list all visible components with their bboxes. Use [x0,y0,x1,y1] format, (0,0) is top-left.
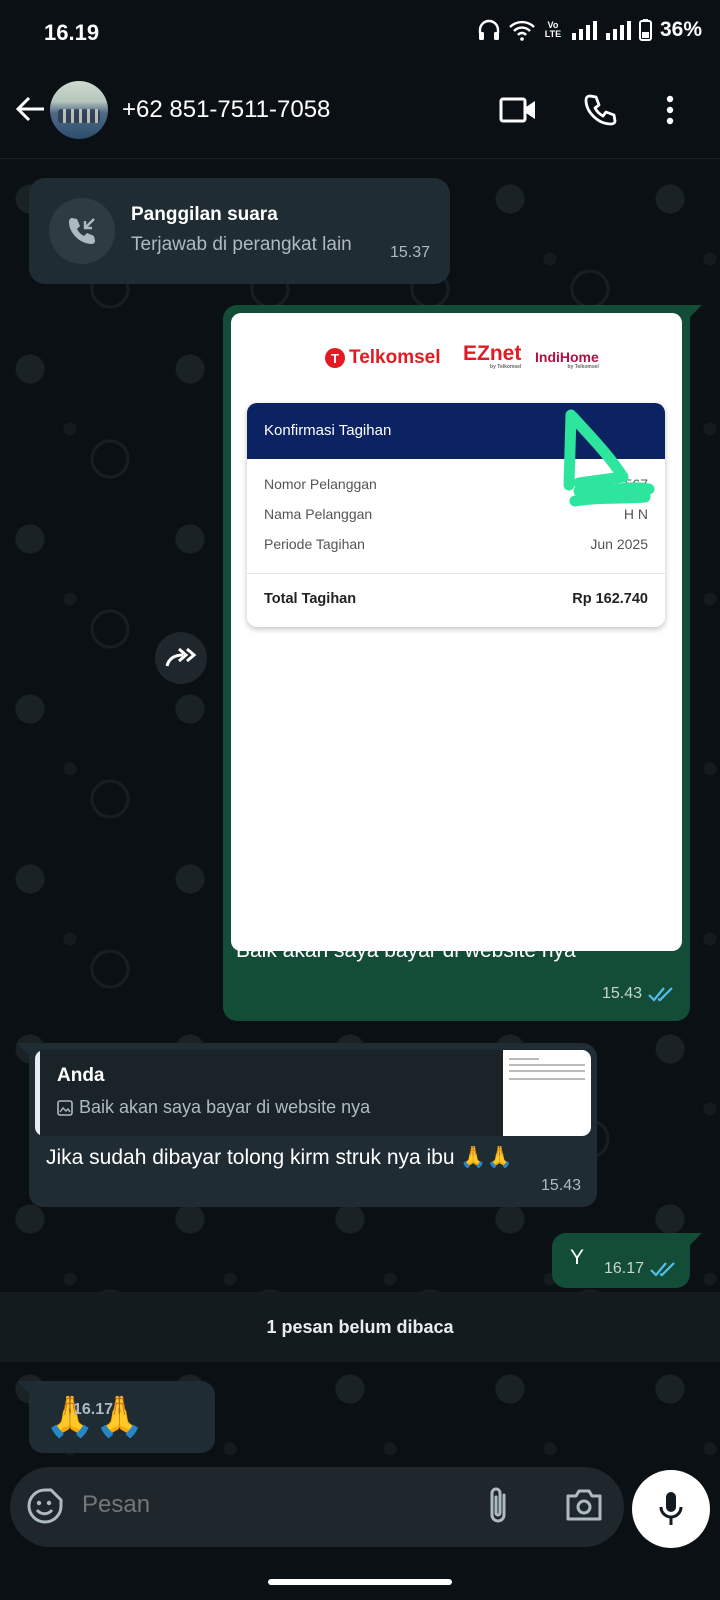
camera-button[interactable] [564,1487,604,1528]
headphones-icon [478,19,500,40]
phone-icon [584,94,617,126]
unread-label: 1 pesan belum dibaca [266,1317,454,1337]
camera-icon [566,1489,602,1521]
bill-total: Total Tagihan Rp 162.740 [264,591,648,607]
call-message[interactable]: Panggilan suara Terjawab di perangkat la… [29,178,450,284]
double-check-icon [648,987,673,1002]
double-check-icon [650,1262,675,1277]
sticker-smile-icon [27,1488,63,1524]
message-meta: 16.17 [604,1260,676,1278]
video-camera-icon [499,97,535,123]
quoted-thumbnail [503,1050,591,1136]
unread-banner: 1 pesan belum dibaca [0,1292,720,1362]
more-options-button[interactable] [650,90,690,130]
message-time: 15.43 [540,1177,581,1194]
voice-call-button[interactable] [580,90,620,130]
chat-header: +62 851-7511-7058 [0,64,720,159]
back-button[interactable] [14,92,48,126]
reply-message[interactable]: Anda Baik akan saya bayar di website nya… [17,1043,597,1207]
attach-button[interactable] [484,1485,512,1532]
battery-percent: 36% [659,18,702,41]
contact-name[interactable]: +62 851-7511-7058 [122,96,330,124]
message-text: Y [570,1246,585,1269]
home-indicator[interactable] [268,1579,452,1585]
signal-icon [571,21,597,40]
call-icon-circle [49,198,115,264]
voice-record-button[interactable] [632,1470,710,1548]
message-time: 16.17 [73,1401,114,1418]
image-caption: Baik akan saya bayar di website nya [236,939,576,962]
brand-logos: T Telkomsel EZnet by Telkomsel IndiHome by … [231,337,682,377]
quoted-message[interactable]: Anda Baik akan saya bayar di website nya [35,1050,591,1136]
forward-icon [165,647,197,667]
receipt-image[interactable]: T Telkomsel EZnet by Telkomsel IndiHome by … [231,313,682,951]
call-title: Panggilan suara [131,204,278,225]
message-composer[interactable] [10,1467,624,1547]
message-input[interactable] [82,1491,462,1519]
avatar[interactable] [50,81,108,139]
arrow-left-icon [15,96,44,122]
eznet-logo: EZnet by Telkomsel [463,342,522,370]
call-subtitle: Terjawab di perangkat lain [131,234,352,255]
message-text: Jika sudah dibayar tolong kirm struk nya… [46,1146,513,1169]
image-message[interactable]: T Telkomsel EZnet by Telkomsel IndiHome by … [223,305,702,1021]
volte-label: Vo LTE [544,20,562,39]
bill-divider [247,573,665,574]
outgoing-message[interactable]: Y 16.17 [552,1233,702,1288]
more-vertical-icon [666,95,674,125]
quote-bar [35,1050,40,1136]
emoji-button[interactable] [26,1487,64,1530]
signal-icon-2 [605,21,631,40]
paperclip-icon [490,1487,506,1523]
image-icon [57,1099,73,1116]
redaction-scribble [563,409,655,507]
forward-button[interactable] [155,632,207,684]
message-meta: 15.43 [602,985,674,1003]
battery-icon [638,19,652,41]
indihome-logo: IndiHome by Telkomsel [535,349,599,370]
bill-row: Periode Tagihan Jun 2025 [264,536,648,552]
incoming-call-icon [69,218,95,244]
incoming-message[interactable]: 🙏🙏 16.17 [17,1381,215,1453]
wifi-icon [509,20,535,41]
status-icons: Vo LTE 36% [477,18,702,42]
message-time: 15.37 [389,244,430,261]
telkomsel-logo: T Telkomsel [325,347,441,369]
status-time: 16.19 [44,20,100,45]
microphone-icon [659,1492,683,1525]
quoted-text: Baik akan saya bayar di website nya [57,1097,370,1118]
video-call-button[interactable] [498,90,538,130]
status-bar: 16.19 Vo LTE 36% [0,0,720,64]
quoted-sender: Anda [57,1065,105,1086]
